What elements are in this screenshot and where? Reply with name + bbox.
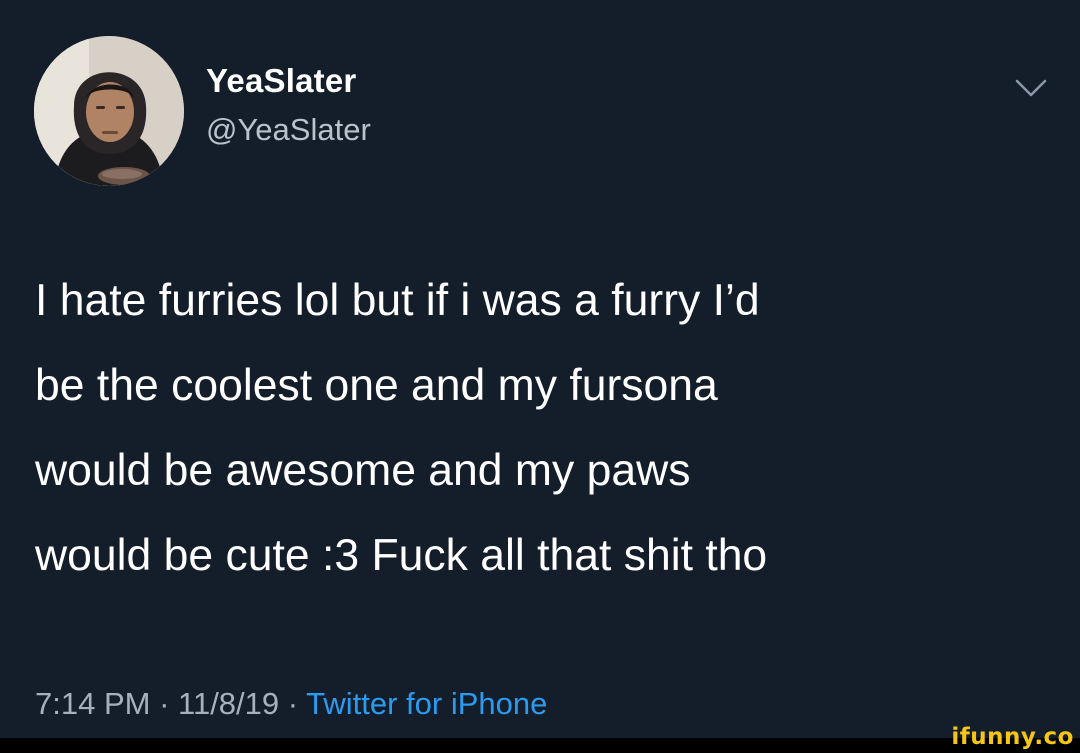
tweet-source-link[interactable]: Twitter for iPhone <box>306 686 547 721</box>
tweet-time[interactable]: 7:14 PM <box>35 686 150 721</box>
bottom-bar <box>0 738 1080 753</box>
chevron-down-icon[interactable] <box>1014 76 1048 100</box>
user-handle[interactable]: @YeaSlater <box>206 112 371 148</box>
tweet-date[interactable]: 11/8/19 <box>178 686 279 721</box>
meta-separator: · <box>150 686 179 721</box>
avatar[interactable] <box>34 36 184 186</box>
tweet-text: I hate furries lol but if i was a furry … <box>35 276 768 580</box>
tweet-card: YeaSlater @YeaSlater I hate furries lol … <box>0 0 1080 738</box>
tweet-metadata: 7:14 PM · 11/8/19 · Twitter for iPhone <box>35 686 547 722</box>
display-name[interactable]: YeaSlater <box>206 62 356 100</box>
ifunny-watermark: ifunny.co <box>951 724 1074 750</box>
meta-separator: · <box>279 686 307 721</box>
profile-photo-icon <box>34 36 184 186</box>
